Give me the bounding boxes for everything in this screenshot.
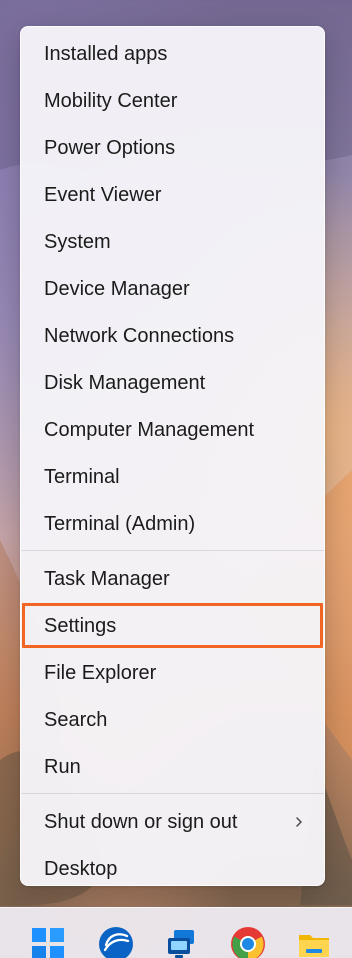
menu-item-desktop[interactable]: Desktop <box>21 845 324 892</box>
menu-item-terminal-admin[interactable]: Terminal (Admin) <box>21 500 324 547</box>
windows-start-icon[interactable] <box>30 926 66 958</box>
menu-item-label: Installed apps <box>44 42 168 65</box>
menu-item-run[interactable]: Run <box>21 743 324 790</box>
menu-item-label: Event Viewer <box>44 183 162 206</box>
menu-item-label: Device Manager <box>44 277 190 300</box>
menu-item-task-manager[interactable]: Task Manager <box>21 555 324 602</box>
winx-context-menu: Installed apps Mobility Center Power Opt… <box>20 26 325 886</box>
menu-item-label: Shut down or sign out <box>44 810 238 833</box>
menu-item-shut-down-or-sign-out[interactable]: Shut down or sign out <box>21 798 324 845</box>
menu-item-label: Task Manager <box>44 567 170 590</box>
taskbar <box>0 907 352 958</box>
menu-item-label: Settings <box>44 614 117 637</box>
menu-item-label: Network Connections <box>44 324 235 347</box>
file-explorer-folder-icon[interactable] <box>296 926 332 958</box>
menu-item-network-connections[interactable]: Network Connections <box>21 312 324 359</box>
menu-item-label: Computer Management <box>44 418 255 441</box>
menu-item-system[interactable]: System <box>21 218 324 265</box>
chrome-icon[interactable] <box>230 926 266 958</box>
menu-item-label: System <box>44 230 111 253</box>
menu-item-label: Disk Management <box>44 371 206 394</box>
menu-item-label: Desktop <box>44 857 118 880</box>
menu-item-terminal[interactable]: Terminal <box>21 453 324 500</box>
remote-desktop-icon[interactable] <box>164 926 200 958</box>
menu-separator <box>21 550 324 551</box>
menu-item-label: Terminal (Admin) <box>44 512 196 535</box>
menu-item-power-options[interactable]: Power Options <box>21 124 324 171</box>
chevron-right-icon <box>296 816 302 827</box>
menu-item-label: Run <box>44 755 81 778</box>
menu-item-settings[interactable]: Settings <box>21 602 324 649</box>
menu-item-mobility-center[interactable]: Mobility Center <box>21 77 324 124</box>
menu-item-label: Terminal <box>44 465 120 488</box>
menu-item-disk-management[interactable]: Disk Management <box>21 359 324 406</box>
globe-app-icon[interactable] <box>98 926 134 958</box>
menu-item-computer-management[interactable]: Computer Management <box>21 406 324 453</box>
menu-item-search[interactable]: Search <box>21 696 324 743</box>
menu-item-event-viewer[interactable]: Event Viewer <box>21 171 324 218</box>
menu-item-file-explorer[interactable]: File Explorer <box>21 649 324 696</box>
menu-item-label: File Explorer <box>44 661 157 684</box>
menu-item-device-manager[interactable]: Device Manager <box>21 265 324 312</box>
menu-item-label: Search <box>44 708 108 731</box>
menu-item-installed-apps[interactable]: Installed apps <box>21 30 324 77</box>
menu-separator <box>21 793 324 794</box>
menu-item-label: Mobility Center <box>44 89 178 112</box>
menu-item-label: Power Options <box>44 136 176 159</box>
